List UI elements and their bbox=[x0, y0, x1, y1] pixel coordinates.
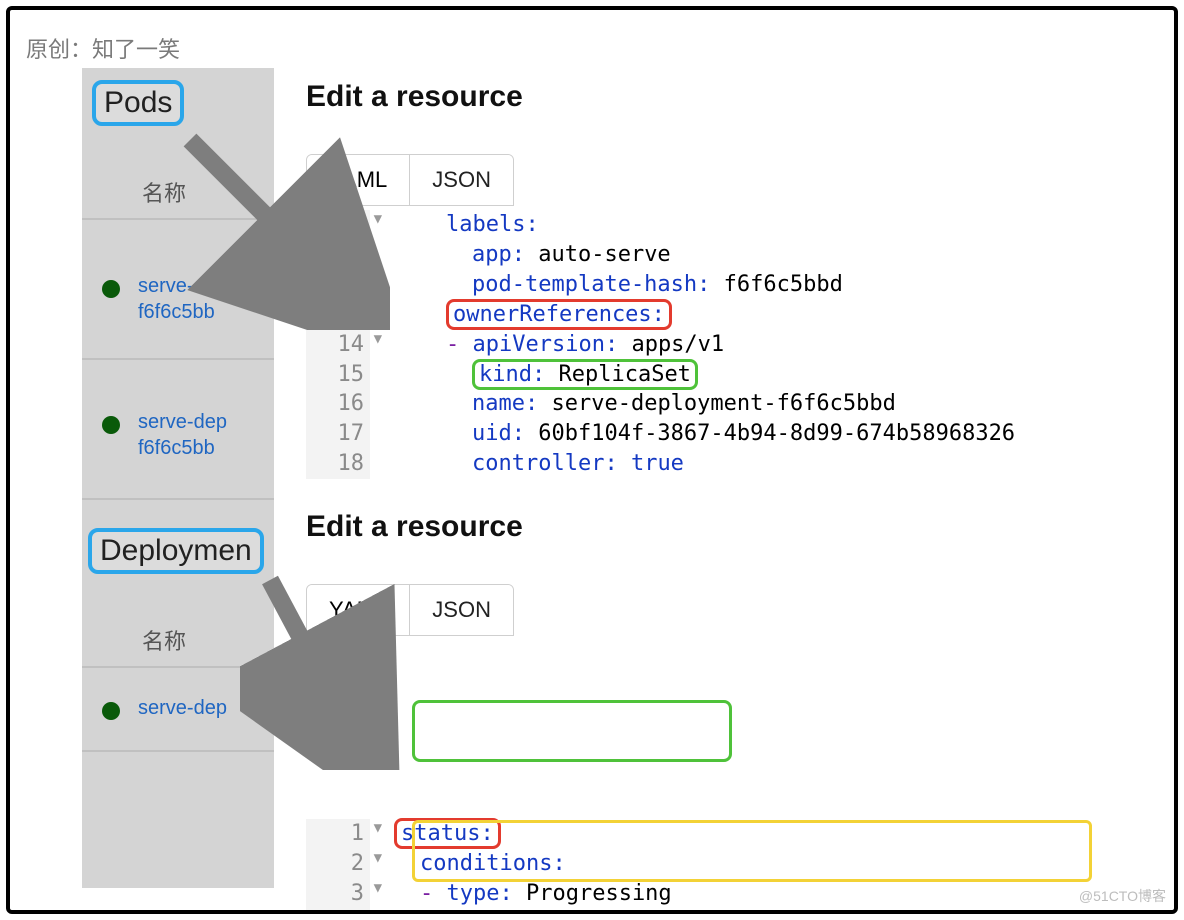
pod-item[interactable]: serve-dep f6f6c5bb bbox=[102, 274, 227, 325]
code-content: app: auto-serve bbox=[370, 240, 671, 270]
line-number: 15 bbox=[306, 360, 370, 390]
code-line[interactable]: 11app: auto-serve bbox=[306, 240, 1015, 270]
divider bbox=[82, 358, 274, 360]
sidebar-title-pods-label: Pods bbox=[104, 86, 172, 119]
pod-link[interactable]: serve-dep f6f6c5bb bbox=[138, 274, 227, 325]
code-content: kind: ReplicaSet bbox=[370, 360, 698, 390]
highlight-yellow-box bbox=[412, 820, 1092, 882]
line-number: 3▼ bbox=[306, 879, 370, 909]
deployment-item[interactable]: serve-dep bbox=[102, 696, 227, 722]
code-line[interactable]: 18controller: true bbox=[306, 449, 1015, 479]
sidebar-name-header-bottom: 名称 bbox=[142, 624, 186, 656]
fold-caret-icon[interactable]: ▼ bbox=[374, 819, 382, 838]
line-number: 13▼ bbox=[306, 300, 370, 330]
deployment-link[interactable]: serve-dep bbox=[138, 696, 227, 722]
tab-json[interactable]: JSON bbox=[409, 585, 513, 635]
code-content: pod-template-hash: f6f6c5bbd bbox=[370, 270, 843, 300]
fold-caret-icon[interactable]: ▼ bbox=[374, 879, 382, 898]
code-editor-bottom[interactable]: 1▼status:2▼conditions:3▼- type: Progress… bbox=[306, 640, 1082, 914]
code-content: status: 'True' bbox=[370, 909, 631, 914]
divider bbox=[82, 750, 274, 752]
sidebar-title-deployments-label: Deploymen bbox=[100, 534, 252, 567]
tab-json[interactable]: JSON bbox=[409, 155, 513, 205]
code-line[interactable]: 14▼- apiVersion: apps/v1 bbox=[306, 330, 1015, 360]
code-content: controller: true bbox=[370, 449, 684, 479]
line-number: 11 bbox=[306, 240, 370, 270]
line-number: 18 bbox=[306, 449, 370, 479]
code-content: - apiVersion: apps/v1 bbox=[370, 330, 724, 360]
divider bbox=[82, 498, 274, 500]
watermark: @51CTO博客 bbox=[1079, 886, 1166, 906]
code-line[interactable]: 3▼- type: Progressing bbox=[306, 879, 1082, 909]
line-number: 12 bbox=[306, 270, 370, 300]
edit-panel-top: Edit a resource YAML JSON 10▼labels:11ap… bbox=[306, 80, 1015, 479]
fold-caret-icon[interactable]: ▼ bbox=[374, 300, 382, 319]
code-content: name: serve-deployment-f6f6c5bbd bbox=[370, 389, 896, 419]
tabs-bottom: YAML JSON bbox=[306, 584, 514, 636]
code-line[interactable]: 4status: 'True' bbox=[306, 909, 1082, 914]
code-content: uid: 60bf104f-3867-4b94-8d99-674b5896832… bbox=[370, 419, 1015, 449]
code-line[interactable]: 13▼ownerReferences: bbox=[306, 300, 1015, 330]
highlight-green-box bbox=[412, 700, 732, 762]
status-dot-icon bbox=[102, 702, 120, 720]
line-number: 10▼ bbox=[306, 210, 370, 240]
pod-link[interactable]: serve-dep f6f6c5bb bbox=[138, 410, 227, 461]
screenshot-frame: 原创：知了一笑 Pods 名称 serve-dep f6f6c5bb serve… bbox=[6, 6, 1178, 914]
code-line[interactable]: 16name: serve-deployment-f6f6c5bbd bbox=[306, 389, 1015, 419]
panel-title-bottom: Edit a resource bbox=[306, 510, 1082, 544]
fold-caret-icon[interactable]: ▼ bbox=[374, 210, 382, 229]
tab-yaml[interactable]: YAML bbox=[307, 155, 409, 205]
sidebar-name-header-top: 名称 bbox=[142, 176, 186, 208]
code-editor-top[interactable]: 10▼labels:11app: auto-serve12pod-templat… bbox=[306, 210, 1015, 479]
code-content: ownerReferences: bbox=[370, 300, 672, 330]
code-line[interactable]: 15kind: ReplicaSet bbox=[306, 360, 1015, 390]
code-content: - type: Progressing bbox=[370, 879, 672, 909]
panel-title-top: Edit a resource bbox=[306, 80, 1015, 114]
tab-yaml[interactable]: YAML bbox=[307, 585, 409, 635]
fold-caret-icon[interactable]: ▼ bbox=[374, 330, 382, 349]
divider bbox=[82, 666, 274, 668]
line-number: 2▼ bbox=[306, 849, 370, 879]
code-content: labels: bbox=[370, 210, 539, 240]
sidebar: Pods 名称 serve-dep f6f6c5bb serve-dep f6f… bbox=[82, 68, 274, 888]
pod-item[interactable]: serve-dep f6f6c5bb bbox=[102, 410, 227, 461]
tabs-top: YAML JSON bbox=[306, 154, 514, 206]
sidebar-title-deployments[interactable]: Deploymen bbox=[88, 528, 264, 574]
line-number: 16 bbox=[306, 389, 370, 419]
status-dot-icon bbox=[102, 416, 120, 434]
sidebar-title-pods[interactable]: Pods bbox=[92, 80, 184, 126]
code-line[interactable]: 12pod-template-hash: f6f6c5bbd bbox=[306, 270, 1015, 300]
fold-caret-icon[interactable]: ▼ bbox=[374, 849, 382, 868]
code-line[interactable]: 10▼labels: bbox=[306, 210, 1015, 240]
attribution-text: 原创：知了一笑 bbox=[26, 32, 180, 64]
code-line[interactable]: 17uid: 60bf104f-3867-4b94-8d99-674b58968… bbox=[306, 419, 1015, 449]
divider bbox=[82, 218, 274, 220]
line-number: 14▼ bbox=[306, 330, 370, 360]
line-number: 1▼ bbox=[306, 819, 370, 849]
line-number: 17 bbox=[306, 419, 370, 449]
edit-panel-bottom: Edit a resource YAML JSON 1▼status:2▼con… bbox=[306, 510, 1082, 914]
line-number: 4 bbox=[306, 909, 370, 914]
status-dot-icon bbox=[102, 280, 120, 298]
